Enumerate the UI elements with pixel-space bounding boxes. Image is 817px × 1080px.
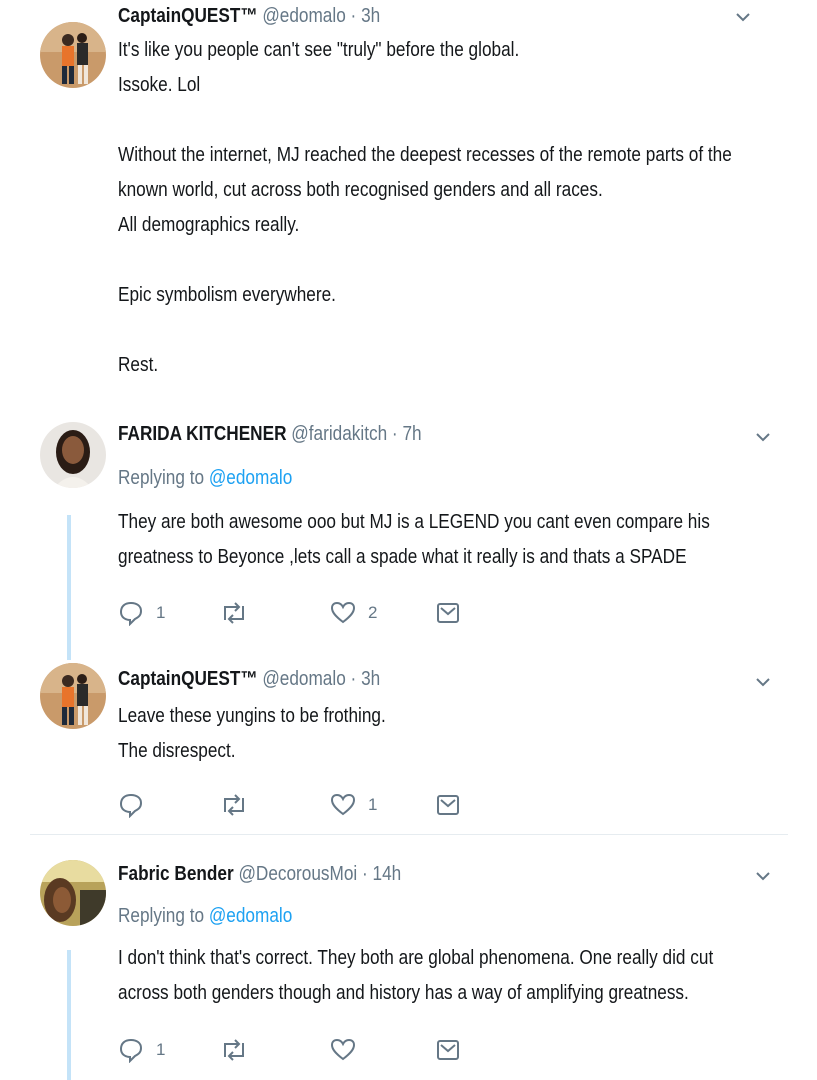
timestamp[interactable]: 3h xyxy=(361,668,380,690)
tweet-line: It's like you people can't see "truly" b… xyxy=(118,39,520,61)
tweet-line: The disrespect. xyxy=(118,740,236,762)
chevron-down-icon[interactable] xyxy=(752,671,774,693)
separator-dot: · xyxy=(350,668,357,690)
tweet-line: They are both awesome ooo but MJ is a LE… xyxy=(118,511,710,533)
tweet-line xyxy=(118,243,732,278)
like-button[interactable]: 2 xyxy=(330,598,377,628)
tweet-line: Rest. xyxy=(118,354,159,376)
tweet-line xyxy=(118,313,732,348)
envelope-icon xyxy=(437,603,459,623)
tweet[interactable]: CaptainQUEST™ @edomalo · 3h Leave these … xyxy=(0,655,817,830)
display-name[interactable]: FARIDA KITCHENER xyxy=(118,423,287,445)
dm-button[interactable] xyxy=(436,598,460,628)
timestamp[interactable]: 3h xyxy=(361,5,380,27)
reply-button[interactable] xyxy=(118,790,144,820)
heart-icon xyxy=(330,601,356,624)
like-count: 2 xyxy=(368,603,378,622)
divider xyxy=(30,834,788,835)
separator-dot: · xyxy=(391,423,398,445)
like-button[interactable] xyxy=(330,1035,356,1065)
tweet-header: FARIDA KITCHENER @faridakitch · 7h xyxy=(118,421,422,447)
tweet-line: I don't think that's correct. They both … xyxy=(118,947,714,969)
replying-to: Replying to @edomalo xyxy=(118,465,292,491)
avatar[interactable] xyxy=(40,22,106,88)
tweet-line: across both genders though and history h… xyxy=(118,982,689,1004)
tweet-header: Fabric Bender @DecorousMoi · 14h xyxy=(118,861,401,887)
reply-count: 1 xyxy=(156,1040,166,1059)
display-name[interactable]: CaptainQUEST™ xyxy=(118,668,258,690)
avatar[interactable] xyxy=(40,663,106,729)
tweet-text: They are both awesome ooo but MJ is a LE… xyxy=(118,505,710,575)
tweet-text: I don't think that's correct. They both … xyxy=(118,941,713,1011)
reply-icon xyxy=(119,601,143,626)
avatar-photo xyxy=(40,22,106,88)
chevron-down-icon[interactable] xyxy=(752,426,774,448)
replying-to-label: Replying to xyxy=(118,905,205,927)
tweet[interactable]: CaptainQUEST™ @edomalo · 3h It's like yo… xyxy=(0,0,817,400)
chevron-down-icon[interactable] xyxy=(732,6,754,28)
tweet-line: Without the internet, MJ reached the dee… xyxy=(118,144,732,166)
reply-count: 1 xyxy=(156,603,166,622)
tweet-line: All demographics really. xyxy=(118,214,300,236)
avatar[interactable] xyxy=(40,860,106,926)
tweet-actions: 1 xyxy=(118,790,478,820)
heart-icon xyxy=(330,793,356,816)
tweet-actions: 1 xyxy=(118,1035,478,1065)
retweet-button[interactable] xyxy=(220,598,248,628)
tweet-line xyxy=(118,103,732,138)
user-handle[interactable]: @edomalo xyxy=(262,668,345,690)
like-count: 1 xyxy=(368,795,378,814)
like-button[interactable]: 1 xyxy=(330,790,377,820)
display-name[interactable]: Fabric Bender xyxy=(118,863,234,885)
avatar[interactable] xyxy=(40,422,106,488)
mention-link[interactable]: @edomalo xyxy=(209,905,292,927)
replying-to-label: Replying to xyxy=(118,467,205,489)
timestamp[interactable]: 7h xyxy=(402,423,421,445)
tweet[interactable]: FARIDA KITCHENER @faridakitch · 7h Reply… xyxy=(0,410,817,650)
dm-button[interactable] xyxy=(436,1035,460,1065)
retweet-icon xyxy=(224,794,244,816)
tweet-line: Epic symbolism everywhere. xyxy=(118,284,336,306)
separator-dot: · xyxy=(350,5,357,27)
user-handle[interactable]: @faridakitch xyxy=(291,423,387,445)
timestamp[interactable]: 14h xyxy=(373,863,402,885)
retweet-button[interactable] xyxy=(220,790,248,820)
tweet-header: CaptainQUEST™ @edomalo · 3h xyxy=(118,3,380,29)
tweet-line: Issoke. Lol xyxy=(118,74,201,96)
envelope-icon xyxy=(437,795,459,815)
reply-icon xyxy=(119,793,143,818)
reply-icon xyxy=(119,1038,143,1063)
chevron-down-icon[interactable] xyxy=(752,865,774,887)
avatar-photo xyxy=(40,422,106,488)
tweet-line: greatness to Beyonce ,lets call a spade … xyxy=(118,546,687,568)
tweet-text: It's like you people can't see "truly" b… xyxy=(118,33,732,383)
user-handle[interactable]: @DecorousMoi xyxy=(238,863,357,885)
envelope-icon xyxy=(437,1040,459,1060)
retweet-icon xyxy=(224,1039,244,1061)
retweet-button[interactable] xyxy=(220,1035,248,1065)
tweet-line: Leave these yungins to be frothing. xyxy=(118,705,386,727)
tweet-line: known world, cut across both recognised … xyxy=(118,179,603,201)
display-name[interactable]: CaptainQUEST™ xyxy=(118,5,258,27)
avatar-photo xyxy=(40,860,106,926)
retweet-icon xyxy=(224,602,244,624)
tweet-actions: 1 2 xyxy=(118,598,478,628)
user-handle[interactable]: @edomalo xyxy=(262,5,345,27)
tweet[interactable]: Fabric Bender @DecorousMoi · 14h Replyin… xyxy=(0,848,817,1080)
replying-to: Replying to @edomalo xyxy=(118,903,292,929)
reply-button[interactable]: 1 xyxy=(118,1035,165,1065)
separator-dot: · xyxy=(362,863,368,885)
heart-icon xyxy=(330,1038,356,1061)
mention-link[interactable]: @edomalo xyxy=(209,467,292,489)
reply-button[interactable]: 1 xyxy=(118,598,165,628)
tweet-header: CaptainQUEST™ @edomalo · 3h xyxy=(118,666,380,692)
tweet-text: Leave these yungins to be frothing. The … xyxy=(118,699,386,769)
dm-button[interactable] xyxy=(436,790,460,820)
avatar-photo xyxy=(40,663,106,729)
